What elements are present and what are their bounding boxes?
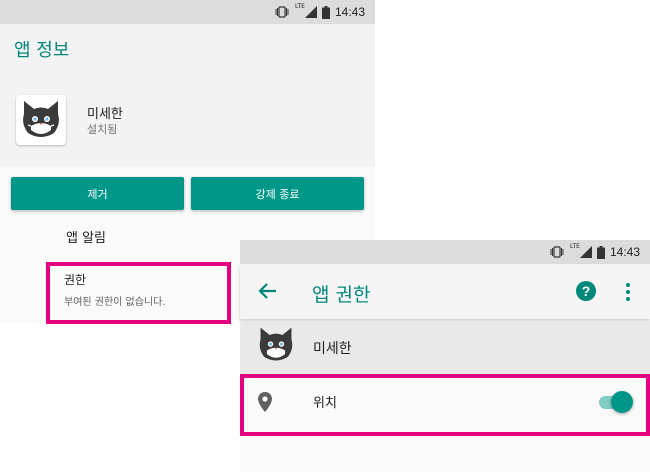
signal-icon <box>579 246 592 258</box>
network-type-label: LTE <box>294 3 305 10</box>
app-name: 미세한 <box>313 341 352 357</box>
uninstall-button[interactable]: 제거 <box>11 177 184 210</box>
app-name: 미세한 <box>87 107 123 122</box>
battery-icon <box>321 5 330 19</box>
more-options-icon[interactable] <box>621 282 635 302</box>
app-notifications-item[interactable]: 앱 알림 <box>66 227 106 246</box>
highlight-box-location <box>240 374 650 436</box>
battery-icon <box>596 245 605 259</box>
back-arrow-icon[interactable] <box>256 279 280 303</box>
cat-mask-icon <box>259 327 293 361</box>
clock: 14:43 <box>609 245 640 259</box>
app-icon <box>256 325 296 365</box>
page-title: 앱 권한 <box>312 284 371 306</box>
status-bar: LTE 14:43 <box>240 240 650 264</box>
vibrate-icon <box>550 246 564 258</box>
app-install-status: 설치됨 <box>87 123 118 136</box>
force-stop-button[interactable]: 강제 종료 <box>191 177 364 210</box>
status-bar: LTE 14:43 <box>0 0 375 24</box>
app-icon <box>16 95 66 145</box>
highlight-box-permissions <box>46 262 231 324</box>
clock: 14:43 <box>334 5 365 19</box>
vibrate-icon <box>275 6 289 18</box>
cat-mask-icon <box>23 101 59 137</box>
help-icon[interactable]: ? <box>576 281 596 301</box>
page-title: 앱 정보 <box>14 40 70 61</box>
network-type-label: LTE <box>569 243 580 250</box>
app-header-row <box>240 322 650 374</box>
signal-icon <box>304 6 317 18</box>
